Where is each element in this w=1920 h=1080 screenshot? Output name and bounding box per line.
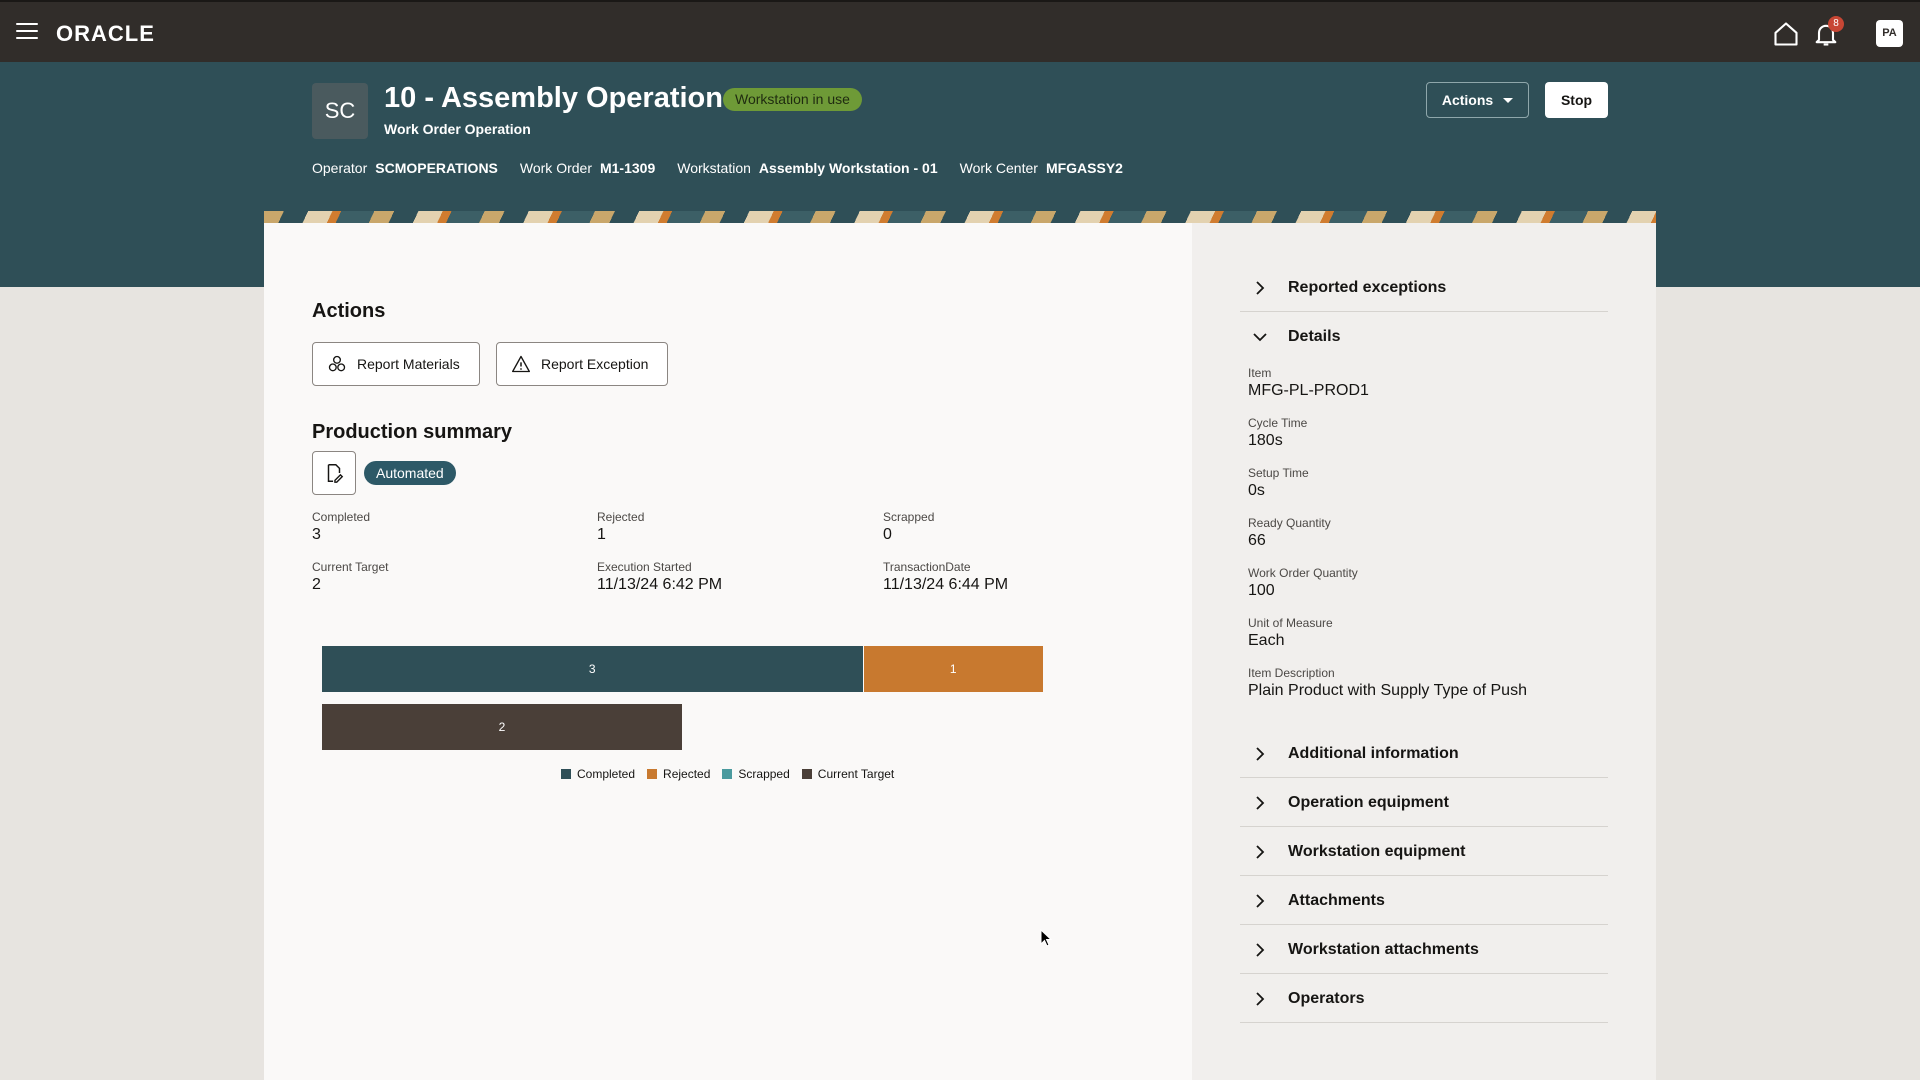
accordion-workstation-attachments[interactable]: Workstation attachments [1240,926,1608,974]
chart-bar-current-target[interactable]: 2 [322,704,682,750]
legend-label: Scrapped [738,767,790,781]
legend-item[interactable]: Completed [561,767,635,781]
operation-avatar: SC [312,83,368,139]
user-avatar[interactable]: PA [1876,20,1903,47]
report-materials-button[interactable]: Report Materials [312,342,480,386]
edit-production-button[interactable] [312,451,356,495]
header-meta: Operator SCMOPERATIONS Work Order M1-1309 … [312,160,1123,176]
accordion-workstation-equipment[interactable]: Workstation equipment [1240,828,1608,876]
chart-data-label: 1 [949,662,957,676]
mouse-cursor-icon [1040,929,1052,947]
stat-current-target: Current Target 2 [312,560,389,593]
warning-icon [511,355,530,373]
meta-work-center: Work Center MFGASSY2 [959,160,1123,176]
notification-badge: 8 [1828,16,1844,32]
chart-data-label: 2 [498,720,506,734]
accordion-label: Details [1288,328,1341,345]
hamburger-menu-icon[interactable] [16,23,38,41]
report-materials-label: Report Materials [357,356,460,372]
accordion-label: Workstation equipment [1288,842,1466,860]
stat-execution-started: Execution Started 11/13/24 6:42 PM [597,560,723,593]
accordion-reported-exceptions[interactable]: Reported exceptions [1240,264,1608,312]
status-badge: Workstation in use [723,88,862,111]
actions-title: Actions [312,300,386,322]
legend-item[interactable]: Current Target [801,767,895,781]
chevron-right-icon [1256,795,1265,810]
actions-menu-button[interactable]: Actions [1426,82,1529,118]
actions-menu-label: Actions [1441,92,1494,108]
accordion-additional-information[interactable]: Additional information [1240,730,1608,778]
legend-swatch [801,769,812,779]
accordion-attachments[interactable]: Attachments [1240,877,1608,925]
accordion-label: Reported exceptions [1288,278,1447,296]
document-edit-icon [327,464,344,483]
detail-ready-quantity: Ready Quantity 66 [1248,516,1331,549]
chevron-right-icon [1256,746,1265,761]
chevron-down-icon [1253,333,1267,342]
detail-unit-of-measure: Unit of Measure Each [1248,616,1333,649]
production-summary-title: Production summary [312,421,513,443]
meta-workstation: Workstation Assembly Workstation - 01 [677,160,938,176]
oracle-logo[interactable]: ORACLE [56,21,155,47]
accordion-label: Additional information [1288,744,1459,762]
stop-button[interactable]: Stop [1545,82,1608,118]
chevron-right-icon [1256,844,1265,859]
stat-transaction-date: TransactionDate 11/13/24 6:44 PM [883,560,1009,593]
stat-completed: Completed 3 [312,510,371,543]
stat-rejected: Rejected 1 [597,510,645,543]
accordion-operation-equipment[interactable]: Operation equipment [1240,779,1608,827]
accordion-label: Operators [1288,989,1365,1007]
chart-bar-rejected[interactable]: 1 [863,646,1043,692]
automated-badge: Automated [364,461,456,485]
accordion-details[interactable]: Details [1240,313,1608,361]
chart-bar-completed[interactable]: 3 [322,646,863,692]
accordion-label: Workstation attachments [1288,940,1479,958]
stat-scrapped: Scrapped 0 [883,510,935,543]
detail-item-description: Item Description Plain Product with Suppl… [1248,666,1527,699]
right-pane: Reported exceptions Details Item MFG-PL-P… [1192,223,1656,1080]
detail-cycle-time: Cycle Time 180s [1248,416,1308,449]
accordion-label: Operation equipment [1288,793,1449,811]
chevron-right-icon [1256,942,1265,957]
detail-work-order-quantity: Work Order Quantity 100 [1248,566,1358,599]
legend-label: Rejected [663,767,711,781]
page-subtitle: Work Order Operation [384,121,531,137]
legend-swatch [561,769,571,779]
accordion-label: Attachments [1288,891,1385,909]
chevron-right-icon [1256,991,1265,1006]
meta-operator: Operator SCMOPERATIONS [312,160,498,176]
legend-swatch [647,769,658,779]
chevron-right-icon [1256,280,1265,295]
chevron-down-icon [1503,97,1514,103]
page-title: 10 - Assembly Operation [384,82,723,114]
meta-work-order: Work Order M1-1309 [519,160,656,176]
detail-item: Item MFG-PL-PROD1 [1248,366,1369,399]
legend-item[interactable]: Rejected [647,767,710,781]
accordion-operators[interactable]: Operators [1240,975,1608,1023]
legend-item[interactable]: Scrapped [722,767,790,781]
chart-legend: Completed Rejected Scrapped Current Target [561,767,894,781]
materials-icon [328,355,346,372]
detail-setup-time: Setup Time 0s [1248,466,1309,499]
report-exception-label: Report Exception [541,356,649,372]
home-icon[interactable] [1772,20,1800,48]
legend-label: Completed [577,767,636,781]
global-header: ORACLE 8 PA [0,0,1920,62]
legend-label: Current Target [817,767,895,781]
decorative-banner [264,211,1656,223]
chart-data-label: 3 [588,662,596,676]
chevron-right-icon [1256,893,1265,908]
report-exception-button[interactable]: Report Exception [496,342,668,386]
legend-swatch [722,769,733,779]
